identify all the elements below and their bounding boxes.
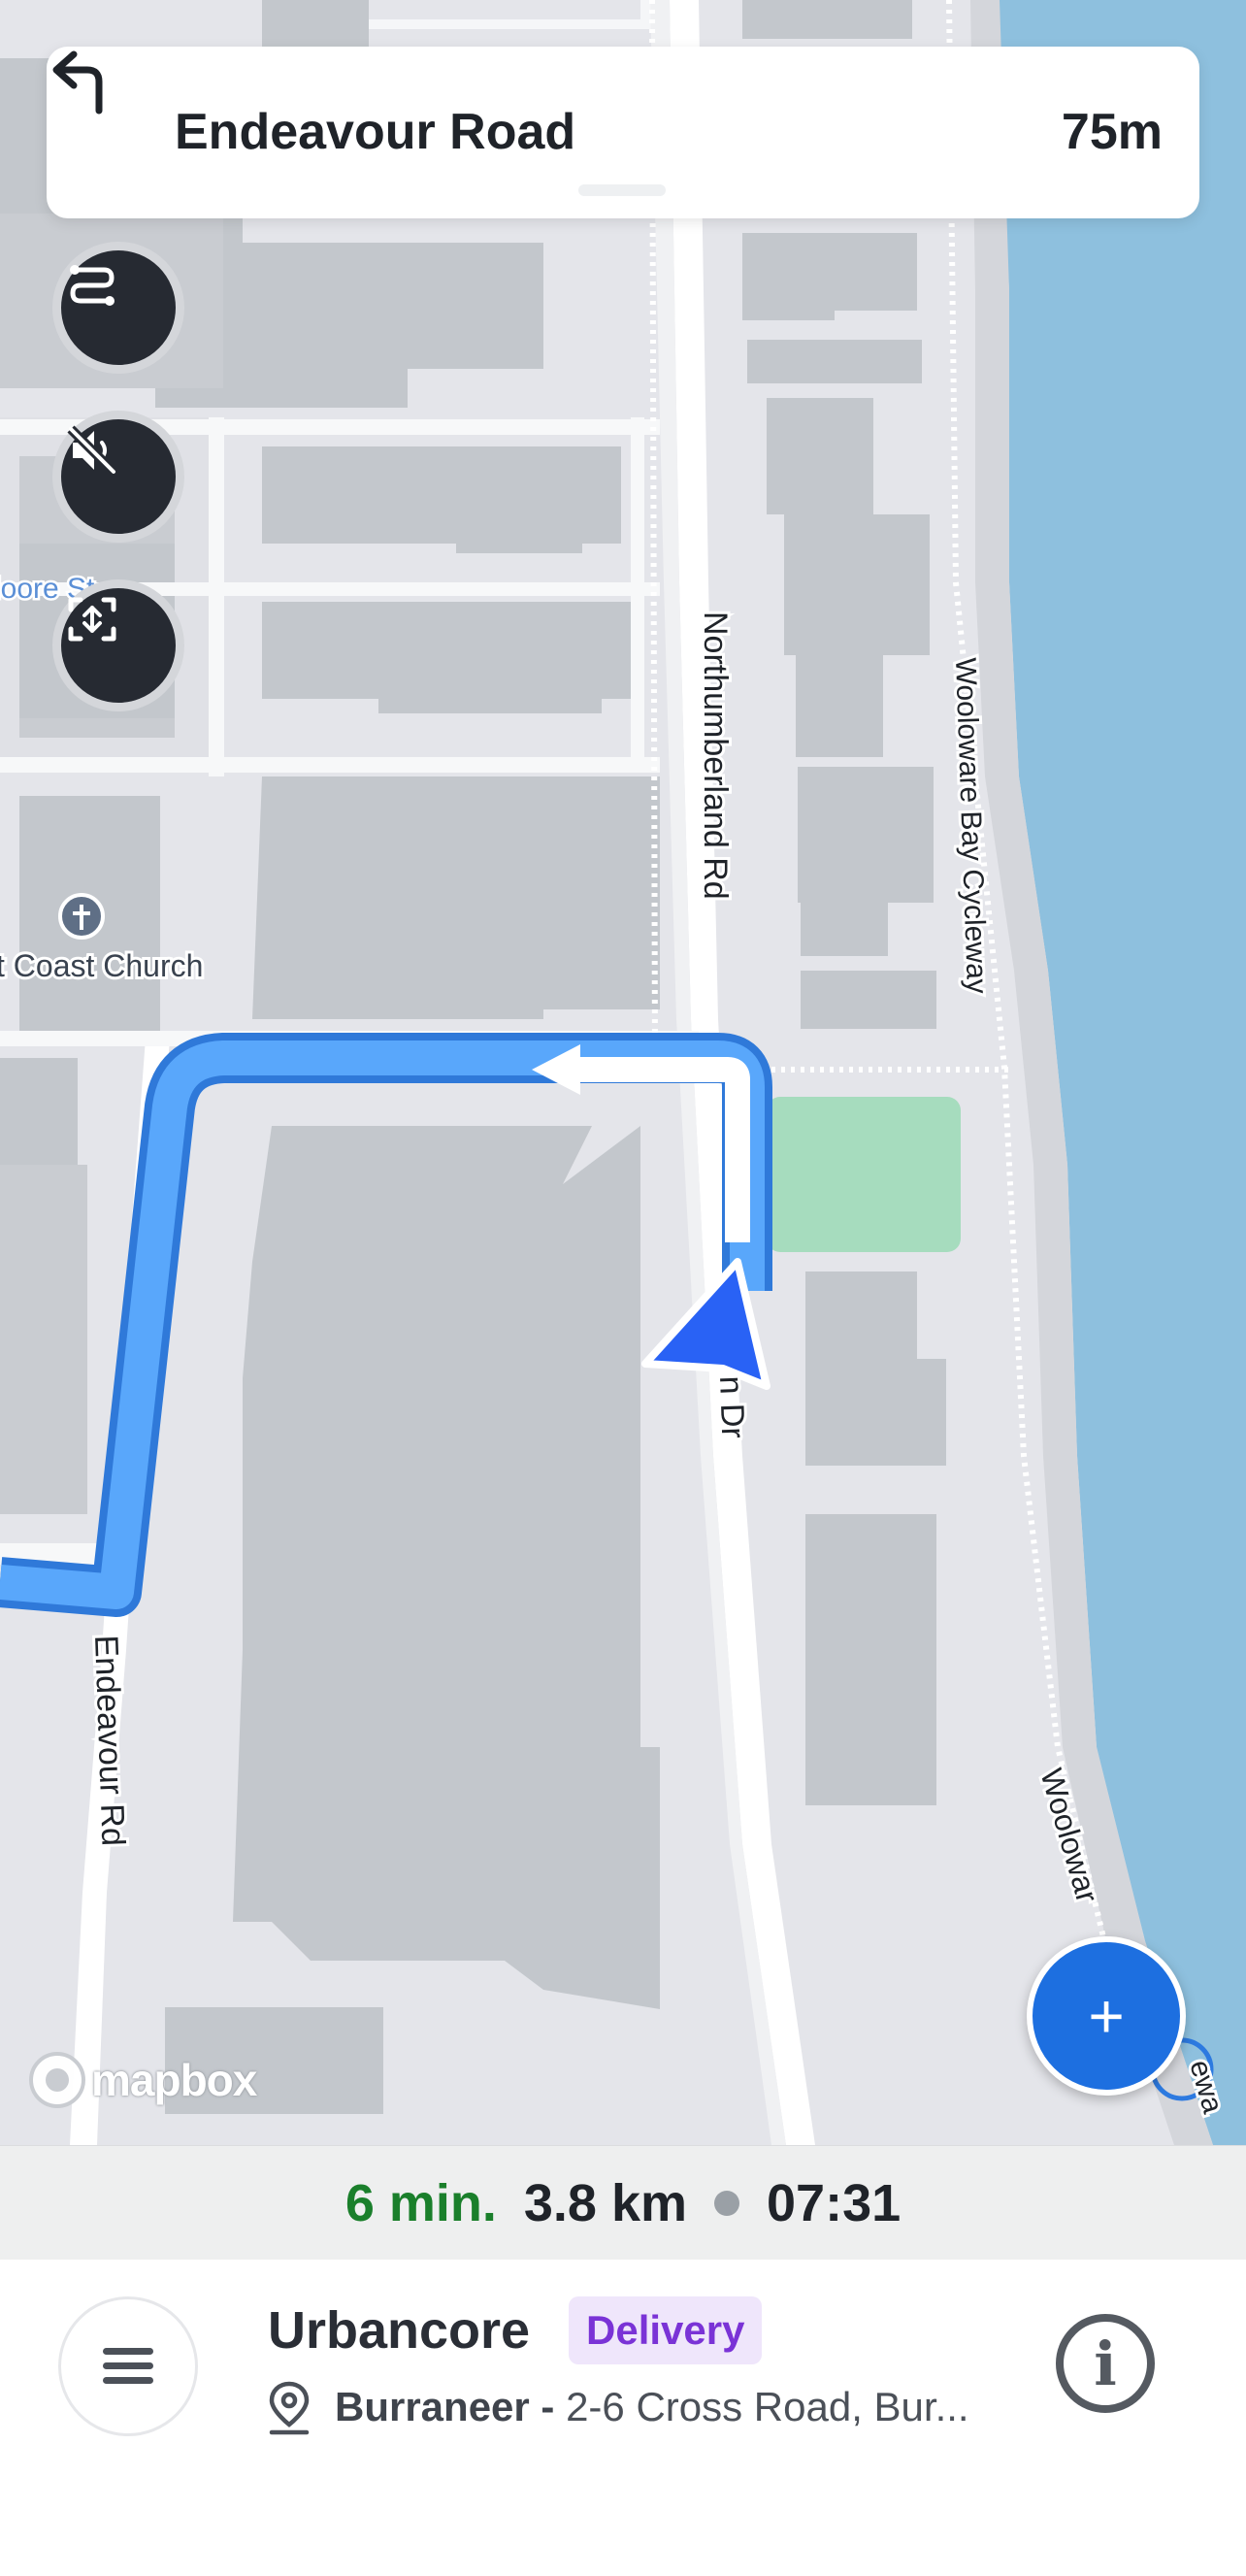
navigation-screen: Northumberland Rd Wooloware Bay Cycleway… xyxy=(0,0,1246,2576)
street-label-dr: n Dr xyxy=(712,1375,751,1439)
mute-button[interactable] xyxy=(52,411,184,543)
map-canvas[interactable]: Northumberland Rd Wooloware Bay Cycleway… xyxy=(0,0,1246,2145)
recenter-icon xyxy=(68,597,116,642)
info-icon: i xyxy=(1094,2328,1117,2399)
stop-address: Burraneer - 2-6 Cross Road, Bur... xyxy=(335,2384,969,2430)
banner-grab-handle[interactable] xyxy=(578,184,666,196)
stop-type-badge: Delivery xyxy=(569,2296,763,2364)
stop-details-panel[interactable]: Urbancore Delivery Burraneer - 2-6 Cross… xyxy=(0,2260,1246,2576)
map-view[interactable]: Northumberland Rd Wooloware Bay Cycleway… xyxy=(0,0,1246,2145)
recenter-button[interactable] xyxy=(52,579,184,711)
info-button[interactable]: i xyxy=(1056,2314,1155,2413)
hamburger-icon xyxy=(103,2348,153,2384)
speaker-muted-icon xyxy=(67,425,117,476)
plus-icon: + xyxy=(1088,1981,1125,2051)
stop-street-address: 2-6 Cross Road, Bur... xyxy=(566,2384,969,2429)
street-label-northumberland: Northumberland Rd xyxy=(697,611,734,900)
poi-label-church: t Coast Church xyxy=(0,948,203,983)
mapbox-logo[interactable]: mapbox xyxy=(29,2052,257,2108)
separator-dot xyxy=(714,2190,740,2216)
turn-left-arrow-icon xyxy=(52,50,103,115)
location-pin-icon xyxy=(269,2381,310,2435)
trip-eta: 07:31 xyxy=(767,2173,902,2232)
street-label-endeavour: Endeavour Rd xyxy=(87,1635,132,1847)
stop-company-name: Urbancore xyxy=(268,2301,531,2360)
route-icon xyxy=(70,265,115,306)
route-overview-button[interactable] xyxy=(52,242,184,374)
trip-summary-bar[interactable]: 6 min. 3.8 km 07:31 xyxy=(0,2145,1246,2260)
trip-duration: 6 min. xyxy=(344,2173,497,2232)
mapbox-logo-icon xyxy=(29,2052,85,2108)
instruction-street: Endeavour Road xyxy=(175,104,576,160)
menu-button[interactable] xyxy=(58,2296,198,2436)
turn-instruction-banner[interactable]: Endeavour Road 75m xyxy=(47,47,1199,218)
add-stop-button[interactable]: + xyxy=(1027,1936,1186,2096)
trip-distance: 3.8 km xyxy=(523,2173,688,2232)
stop-suburb: Burraneer - xyxy=(335,2384,555,2429)
instruction-distance: 75m xyxy=(1061,104,1163,160)
